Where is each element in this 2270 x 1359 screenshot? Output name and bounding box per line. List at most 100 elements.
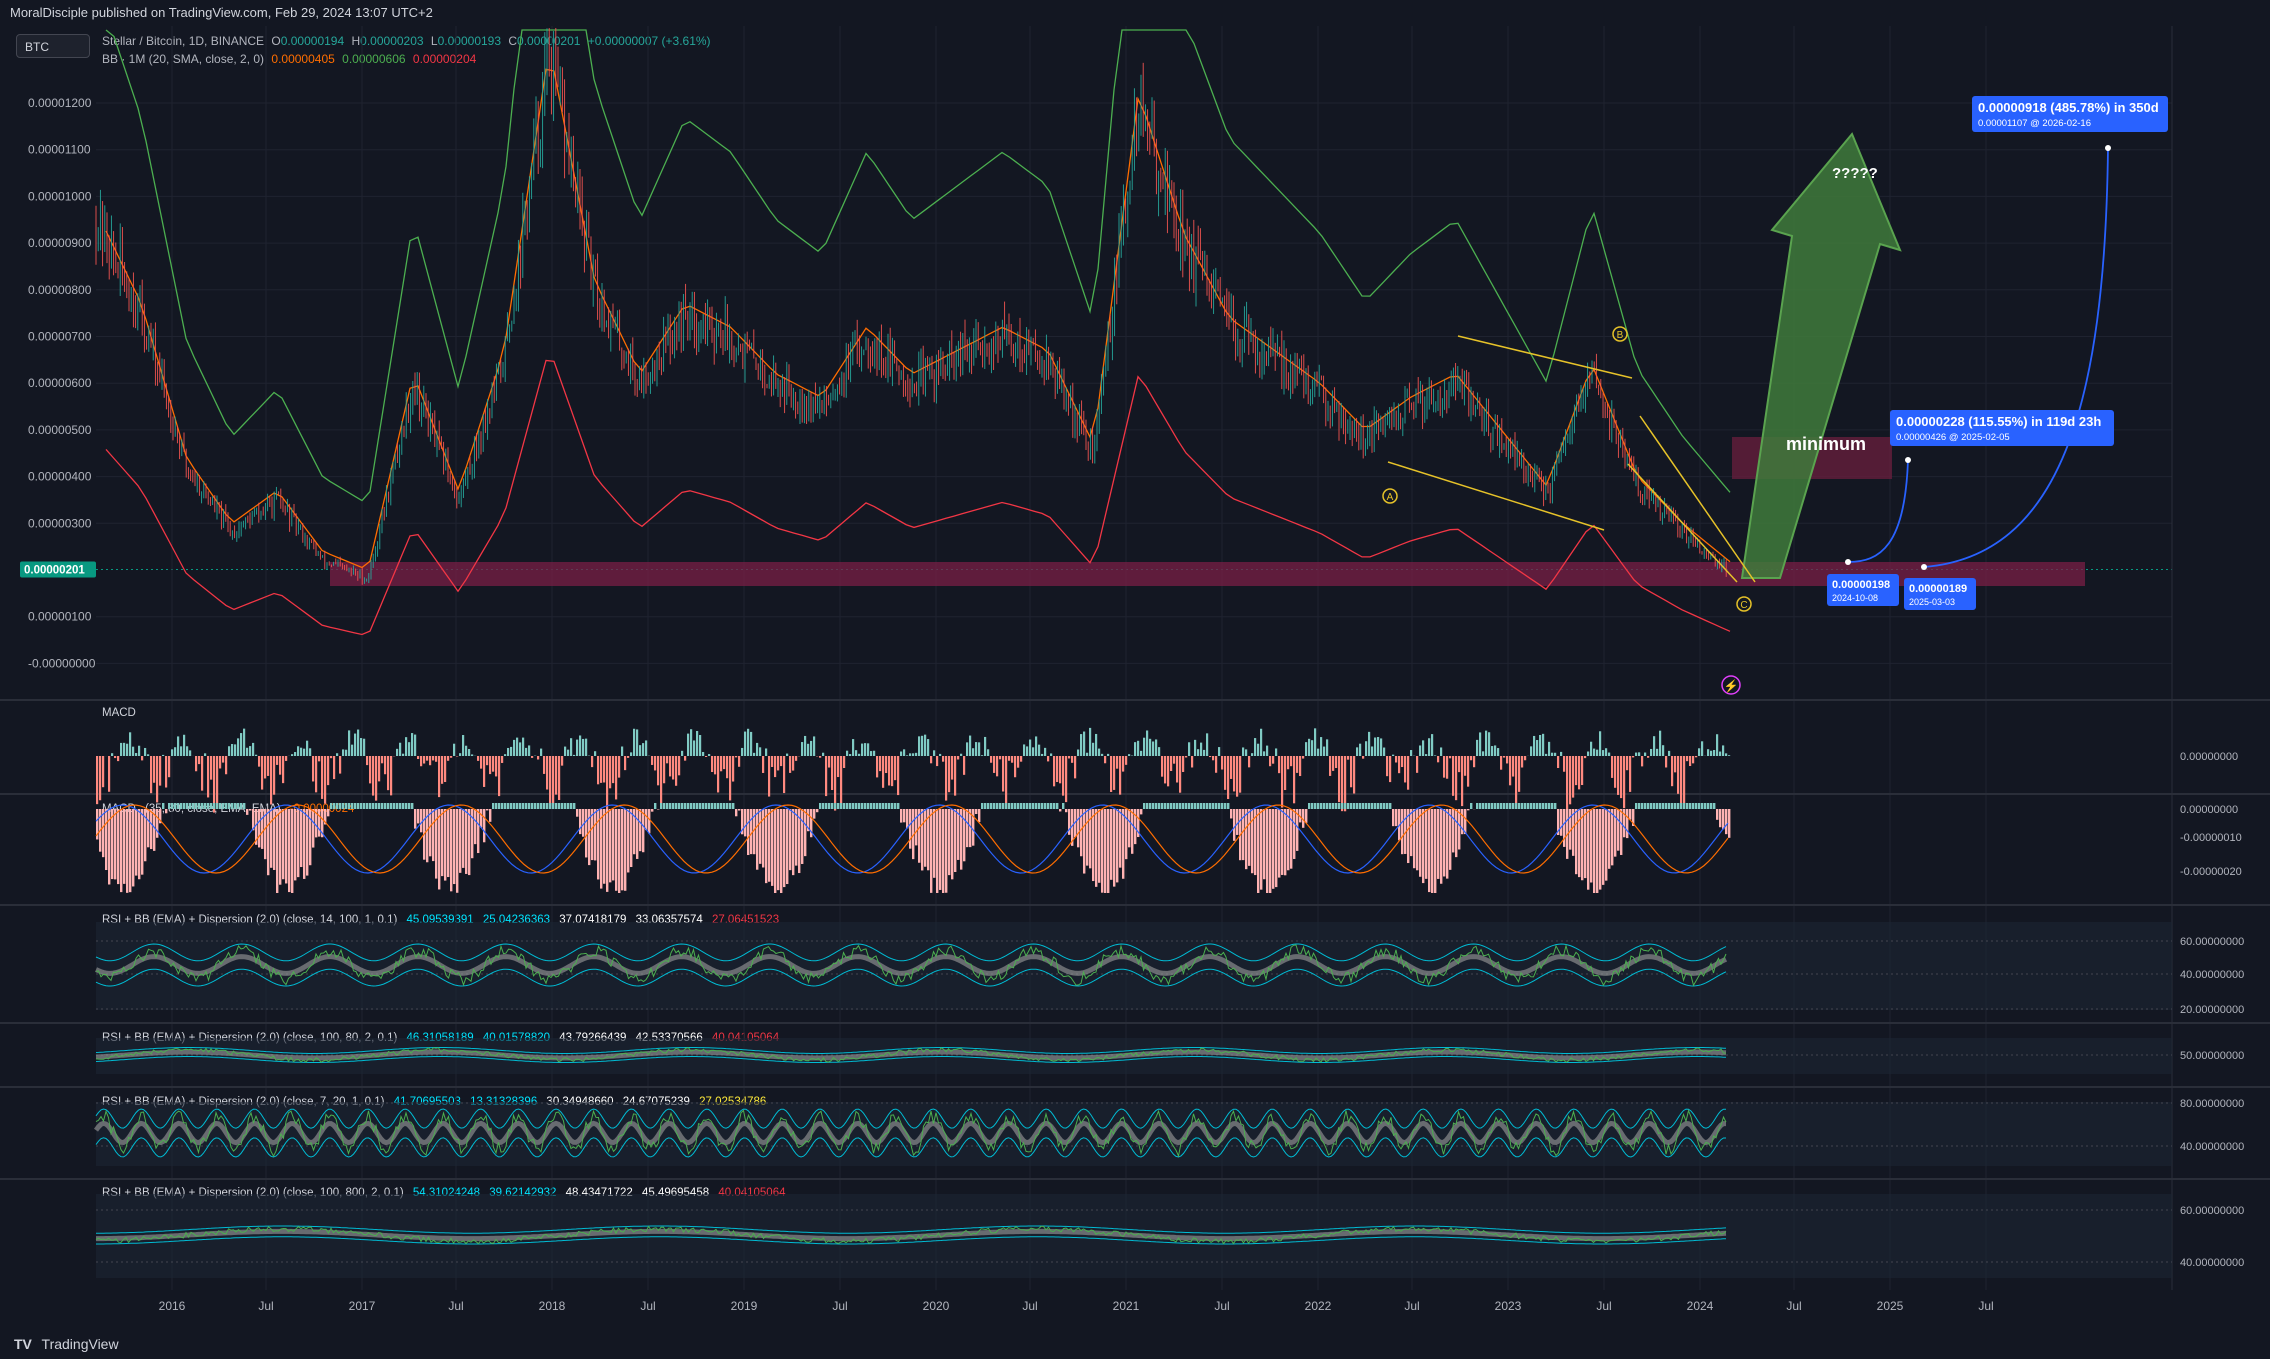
macd1-bar (1587, 751, 1590, 756)
question-label: ????? (1832, 165, 1878, 182)
macd1-bar (651, 756, 654, 765)
macd2-bar (114, 809, 117, 880)
macd1-bar (1341, 756, 1344, 812)
macd2-bar (1656, 803, 1659, 809)
time-tick-label: 2024 (1687, 1299, 1714, 1313)
macd2-bar (813, 809, 816, 819)
macd1-bar (801, 742, 804, 756)
chart-canvas[interactable]: A B C minimum ????? 0.00000228 (115.55%)… (0, 26, 2270, 1330)
projection1-sub: 0.00000426 @ 2025-02-05 (1896, 432, 2010, 443)
macd1-bar (1086, 752, 1089, 756)
macd2-bar (1161, 803, 1164, 809)
bollinger-bands-layer (105, 29, 1731, 636)
macd2-bar (843, 803, 846, 809)
macd1-bar (966, 742, 969, 756)
macd2-bar (1110, 809, 1113, 880)
macd1-bar (606, 756, 609, 811)
macd1-bar (441, 756, 444, 784)
macd1-bar (1170, 756, 1173, 771)
macd1-bar (819, 756, 822, 758)
macd2-bar (1482, 803, 1485, 809)
macd2-bar (894, 803, 897, 809)
macd1-bar (597, 756, 600, 785)
macd2-bar (1518, 803, 1521, 809)
macd1-bar (630, 752, 633, 756)
macd1-bar (945, 756, 948, 801)
macd2-bar (801, 809, 804, 864)
macd2-bar (615, 809, 618, 891)
macd1-bar (264, 756, 267, 779)
macd1-bar (765, 748, 768, 756)
macd1-bar (894, 756, 897, 781)
macd1-bar (348, 730, 351, 756)
macd1-bar (1293, 756, 1296, 804)
macd1-bar (1461, 756, 1464, 807)
macd2-bar (180, 803, 183, 809)
macd2-bar (744, 809, 747, 837)
macd1-bar (585, 738, 588, 756)
price-tick-label: 0.00000100 (28, 610, 92, 624)
macd1-bar (261, 756, 264, 790)
macd2-bar (1644, 803, 1647, 809)
macd2-bar (1038, 803, 1041, 809)
macd2-bar (351, 803, 354, 809)
rsi2-axis-label: 50.00000000 (2180, 1050, 2244, 1062)
macd1-bar (1149, 738, 1152, 756)
macd2-bar (1386, 803, 1389, 809)
macd1-bar (1266, 745, 1269, 756)
macd2-bar (432, 809, 435, 862)
macd2-bar (1491, 803, 1494, 809)
macd2-bar (507, 803, 510, 809)
macd1-bar (1008, 756, 1011, 761)
macd2-bar (618, 809, 621, 893)
macd1-bar (1200, 742, 1203, 756)
macd2-bar (636, 809, 639, 859)
macd1-bar (558, 756, 561, 800)
macd2-bar (171, 803, 174, 809)
macd1-bar (1275, 748, 1278, 756)
macd1-bar (1503, 756, 1506, 758)
macd2-bar (1197, 803, 1200, 809)
macd2-bar (270, 809, 273, 868)
macd2-bar (1719, 809, 1722, 828)
macd1-bar (1272, 756, 1275, 764)
macd2-bar (561, 803, 564, 809)
macd1-bar (969, 735, 972, 756)
macd1-bar (561, 756, 564, 766)
macd2-bar (186, 803, 189, 809)
macd2-bar (138, 809, 141, 880)
macd1-bar (1299, 756, 1302, 777)
macd1-bar (1221, 756, 1224, 770)
macd1-bar (327, 756, 330, 786)
macd2-bar (1554, 803, 1557, 809)
macd1-bar (1020, 756, 1023, 762)
macd1-bar (1692, 756, 1695, 764)
macd2-bar (291, 809, 294, 893)
macd1-bar (96, 756, 99, 805)
macd2-bar (1194, 803, 1197, 809)
macd1-bar (906, 755, 909, 756)
macd1-bar (1002, 756, 1005, 792)
macd1-bar (840, 756, 843, 806)
time-tick-label: Jul (1786, 1299, 1801, 1313)
macd2-bar (1581, 809, 1584, 881)
macd1-bar (1194, 739, 1197, 756)
macd1-bar (1428, 738, 1431, 756)
macd1-bar (1635, 752, 1638, 756)
macd1-bar (1278, 756, 1281, 774)
macd2-bar (1044, 803, 1047, 809)
macd2-bar (585, 809, 588, 858)
macd1-bar (1422, 740, 1425, 756)
macd1-bar (1365, 741, 1368, 756)
macd1-bar (786, 753, 789, 756)
macd2-bar (483, 809, 486, 843)
macd2-bar (822, 803, 825, 809)
macd1-bar (855, 750, 858, 756)
macd2-bar (1500, 803, 1503, 809)
macd1-bar (141, 756, 144, 761)
macd2-bar (1119, 809, 1122, 868)
macd1-bar (207, 756, 210, 798)
macd1-bar (741, 747, 744, 756)
macd1-bar (1584, 756, 1587, 759)
macd2-bar (210, 803, 213, 809)
